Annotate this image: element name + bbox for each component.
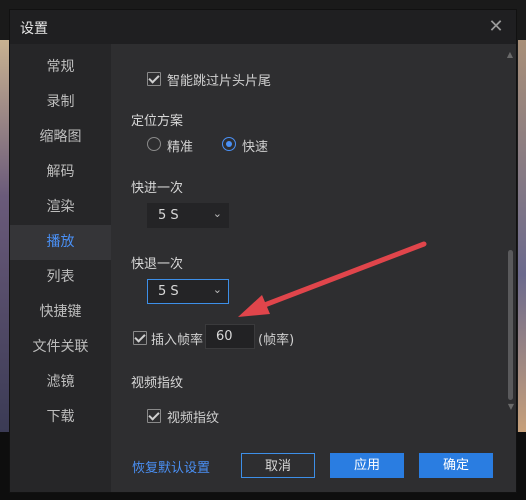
annotation-arrow: [238, 241, 427, 317]
